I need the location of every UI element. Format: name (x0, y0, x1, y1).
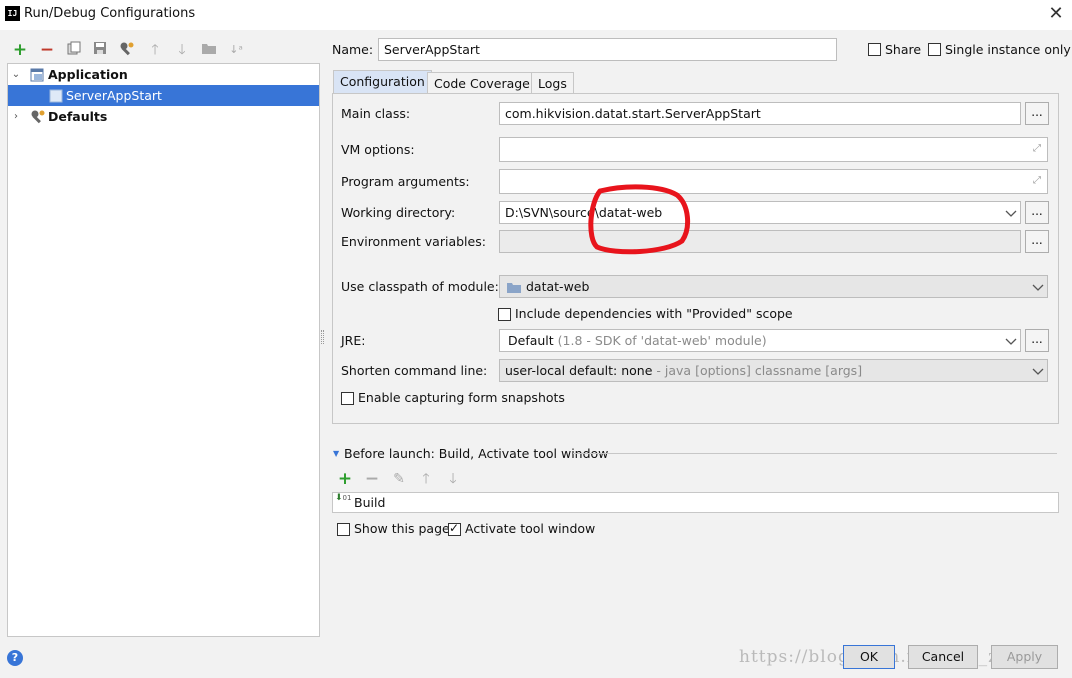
move-down-icon[interactable]: 🡓 (173, 41, 191, 59)
add-icon[interactable]: + (11, 41, 29, 59)
configuration-tree: ⌄ Application ServerAppStart › Defaults (7, 63, 320, 637)
sort-icon[interactable]: ↓ᵃ (227, 41, 245, 59)
shorten-command-line-select[interactable]: user-local default: none - java [options… (499, 359, 1048, 382)
capture-snapshots-checkbox[interactable] (341, 392, 354, 405)
folder-icon[interactable] (200, 41, 218, 59)
share-checkbox[interactable] (868, 43, 881, 56)
tree-node-defaults[interactable]: › Defaults (8, 106, 319, 127)
close-icon[interactable]: ✕ (1045, 3, 1067, 25)
save-icon[interactable] (91, 41, 109, 59)
working-directory-browse-button[interactable]: ... (1025, 201, 1049, 224)
single-instance-label: Single instance only (945, 42, 1071, 57)
main-class-label: Main class: (341, 106, 411, 121)
chevron-down-icon[interactable]: ⌄ (10, 64, 22, 85)
before-launch-title: Before launch: Build, Activate tool wind… (344, 446, 609, 461)
build-task-label[interactable]: Build (354, 495, 385, 510)
tab-logs[interactable]: Logs (531, 72, 574, 95)
tree-node-serverappstart[interactable]: ServerAppStart (8, 85, 319, 106)
chevron-down-icon[interactable] (1005, 207, 1017, 222)
move-up-icon[interactable]: 🡑 (146, 41, 164, 59)
single-instance-checkbox[interactable] (928, 43, 941, 56)
main-class-input[interactable]: com.hikvision.datat.start.ServerAppStart (499, 102, 1021, 125)
expand-icon[interactable]: ⤢ (1033, 143, 1041, 154)
tree-label-defaults: Defaults (48, 109, 108, 124)
tree-node-application[interactable]: ⌄ Application (8, 64, 319, 85)
ok-button[interactable]: OK (843, 645, 895, 669)
jre-hint: (1.8 - SDK of 'datat-web' module) (557, 333, 767, 348)
apply-button[interactable]: Apply (991, 645, 1058, 669)
vm-options-label: VM options: (341, 142, 415, 157)
splitter-handle[interactable] (321, 330, 324, 344)
environment-variables-label: Environment variables: (341, 234, 486, 249)
shorten-hint: - java [options] classname [args] (656, 363, 863, 378)
tab-code-coverage[interactable]: Code Coverage (427, 72, 537, 95)
wrench-icon (30, 109, 46, 131)
show-this-page-label: Show this page (354, 521, 450, 536)
edit-pencil-icon[interactable]: ✎ (390, 470, 408, 488)
add-task-icon[interactable]: + (336, 470, 354, 488)
copy-icon[interactable] (65, 41, 83, 59)
jre-select[interactable]: Default (1.8 - SDK of 'datat-web' module… (499, 329, 1021, 352)
intellij-app-icon: IJ (5, 6, 20, 21)
cancel-button[interactable]: Cancel (908, 645, 978, 669)
name-input[interactable]: ServerAppStart (378, 38, 837, 61)
tree-label-serverappstart: ServerAppStart (66, 88, 162, 103)
shorten-command-line-label: Shorten command line: (341, 363, 488, 378)
include-dependencies-checkbox[interactable] (498, 308, 511, 321)
jre-browse-button[interactable]: ... (1025, 329, 1049, 352)
include-dependencies-label: Include dependencies with "Provided" sco… (515, 306, 793, 321)
vm-options-input[interactable] (499, 137, 1048, 162)
chevron-down-icon[interactable] (1032, 365, 1044, 380)
tree-label-application: Application (48, 67, 128, 82)
environment-variables-input[interactable] (499, 230, 1021, 253)
environment-variables-browse-button[interactable]: ... (1025, 230, 1049, 253)
program-arguments-label: Program arguments: (341, 174, 470, 189)
capture-snapshots-label: Enable capturing form snapshots (358, 390, 565, 405)
classpath-module-select[interactable]: datat-web (499, 275, 1048, 298)
chevron-down-icon[interactable] (1032, 281, 1044, 296)
main-class-browse-button[interactable]: ... (1025, 102, 1049, 125)
annotation-circle (588, 184, 691, 255)
show-this-page-checkbox[interactable] (337, 523, 350, 536)
working-directory-label: Working directory: (341, 205, 456, 220)
move-up-icon[interactable]: 🡑 (417, 470, 435, 488)
chevron-right-icon[interactable]: › (10, 106, 22, 127)
shorten-value: user-local default: none (505, 363, 653, 378)
move-down-icon[interactable]: 🡓 (444, 470, 462, 488)
help-icon[interactable]: ? (7, 650, 23, 666)
tab-configuration[interactable]: Configuration (333, 70, 432, 93)
separator (573, 453, 1057, 454)
working-directory-input[interactable]: D:\SVN\source\datat-web (499, 201, 1021, 224)
activate-tool-window-label: Activate tool window (465, 521, 596, 536)
build-icon: ⬇01 (335, 493, 352, 503)
classpath-module-label: Use classpath of module: (341, 279, 499, 294)
activate-tool-window-checkbox[interactable] (448, 521, 461, 536)
share-label: Share (885, 42, 922, 57)
window-title: Run/Debug Configurations (24, 6, 196, 21)
remove-task-icon[interactable]: − (363, 470, 381, 488)
chevron-down-icon[interactable] (1005, 335, 1017, 350)
program-arguments-input[interactable] (499, 169, 1048, 194)
expand-icon[interactable]: ⤢ (1033, 175, 1041, 186)
collapse-triangle-icon[interactable]: ▼ (333, 449, 339, 458)
jre-label: JRE: (341, 333, 366, 348)
jre-value: Default (508, 333, 554, 348)
name-label: Name: (332, 42, 374, 57)
before-launch-task-list (332, 492, 1059, 513)
module-folder-icon (507, 281, 521, 296)
remove-icon[interactable]: − (38, 41, 56, 59)
wrench-icon[interactable] (118, 41, 136, 59)
